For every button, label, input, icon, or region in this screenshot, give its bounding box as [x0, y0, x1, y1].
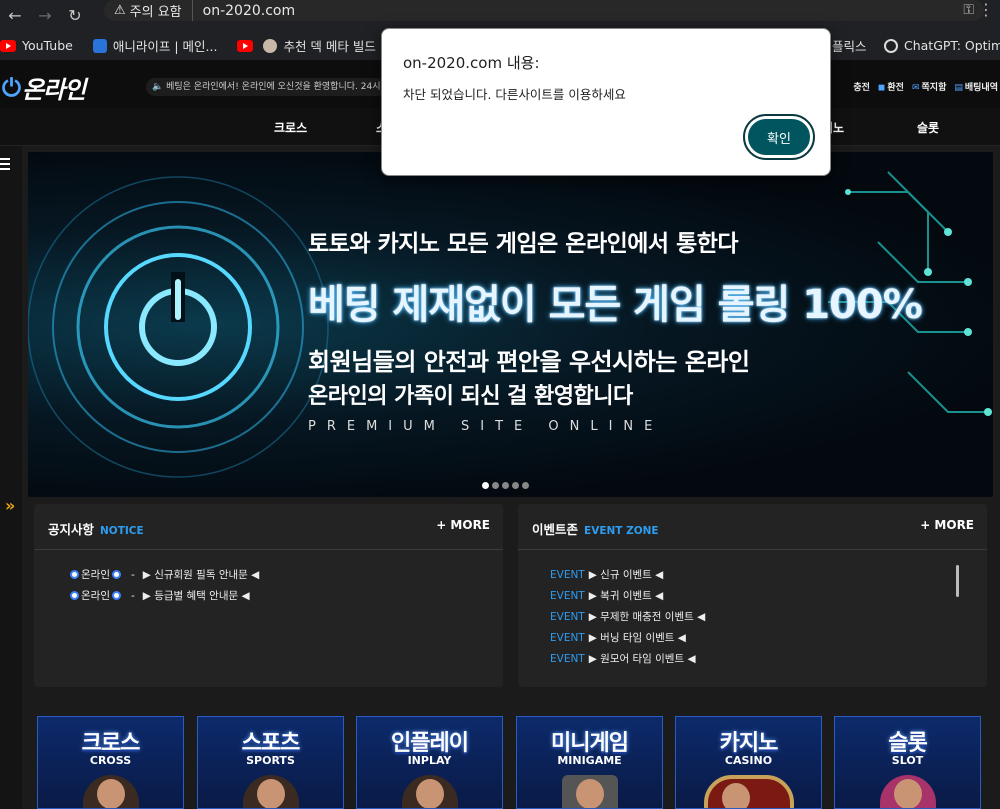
- url-text[interactable]: on-2020.com: [193, 3, 295, 19]
- bookmark-chatgpt[interactable]: ChatGPT: Optimiz: [884, 38, 1000, 53]
- top-link-messages[interactable]: ✉ 쪽지함: [912, 80, 946, 93]
- nav-cross[interactable]: 크로스: [274, 119, 307, 136]
- chatgpt-icon: [884, 38, 898, 53]
- list-item[interactable]: 온라인 - ▶ 신규회원 필독 안내문 ◀: [34, 564, 503, 585]
- top-link-deposit[interactable]: 충전: [853, 80, 870, 93]
- list-item[interactable]: EVENT ▶ 신규 이벤트 ◀: [518, 564, 987, 585]
- top-links: 충전 ◼ 환전 ✉ 쪽지함 ▤ 배팅내역: [853, 80, 998, 93]
- speaker-icon: 🔈: [152, 82, 164, 92]
- expand-arrow-icon[interactable]: »: [5, 496, 15, 515]
- badge-icon: [70, 591, 79, 600]
- dialog-title: on-2020.com 내용:: [403, 54, 540, 72]
- player-image: [83, 775, 139, 808]
- bookmark-flix[interactable]: 플릭스: [832, 36, 867, 55]
- badge-icon: [111, 570, 121, 579]
- list-item[interactable]: EVENT ▶ 원모어 타임 이벤트 ◀: [518, 648, 987, 669]
- slot-image: [880, 775, 936, 808]
- player-image: [243, 775, 299, 808]
- event-scrollbar[interactable]: [956, 565, 959, 597]
- main-banner[interactable]: 토토와 카지노 모든 게임은 온라인에서 통한다 베팅 제재없이 모든 게임 롤…: [28, 152, 993, 497]
- address-bar[interactable]: ⚠ 주의 요함 on-2020.com: [104, 0, 984, 21]
- youtube-icon: [0, 39, 16, 52]
- slide-dot-1[interactable]: [482, 482, 489, 489]
- ok-button[interactable]: 확인: [743, 114, 815, 160]
- game-card-minigame[interactable]: 미니게임 MINIGAME: [516, 716, 663, 809]
- alert-dialog: on-2020.com 내용: 차단 되었습니다. 다른사이트를 이용하세요 확…: [381, 28, 831, 176]
- banner-safety-text: 회원님들의 안전과 편안을 우선시하는 온라인: [308, 348, 750, 376]
- list-icon: ▤: [954, 83, 963, 93]
- youtube-icon: [237, 39, 254, 52]
- browser-toolbar: ← → ↻ ⚠ 주의 요함 on-2020.com ⚿ ⋮: [0, 0, 1000, 31]
- list-item[interactable]: EVENT ▶ 복귀 이벤트 ◀: [518, 585, 987, 606]
- event-title: 이벤트존: [532, 522, 579, 537]
- back-icon[interactable]: ←: [0, 0, 30, 31]
- notice-board: 공지사항 NOTICE + MORE 온라인 - ▶ 신규회원 필독 안내문 ◀ …: [34, 504, 503, 687]
- bookmark-deck-build[interactable]: 추천 덱 메타 빌드: [263, 36, 376, 55]
- banner-welcome-text: 온라인의 가족이 되신 걸 환영합니다: [308, 384, 633, 409]
- minigame-image: [562, 775, 618, 808]
- badge-icon: [111, 591, 121, 600]
- power-icon: ⏻: [2, 73, 21, 102]
- list-item[interactable]: EVENT ▶ 버닝 타임 이벤트 ◀: [518, 627, 987, 648]
- slide-indicators: [482, 482, 529, 489]
- forward-icon[interactable]: →: [30, 0, 60, 31]
- player-image: [402, 775, 458, 808]
- left-rail: »: [0, 146, 22, 809]
- list-item[interactable]: EVENT ▶ 무제한 매충전 이벤트 ◀: [518, 606, 987, 627]
- nav-slot[interactable]: 슬롯: [917, 119, 939, 136]
- event-board: 이벤트존 EVENT ZONE + MORE EVENT ▶ 신규 이벤트 ◀ EV…: [518, 504, 987, 687]
- slide-dot-5[interactable]: [522, 482, 529, 489]
- notice-more-link[interactable]: + MORE: [436, 518, 490, 532]
- slide-dot-3[interactable]: [502, 482, 509, 489]
- notice-ticker: 🔈 베팅은 온라인에서! 온라인에 오신것을 환영합니다. 24시간: [146, 78, 386, 96]
- list-item[interactable]: 온라인 - ▶ 등급별 혜택 안내문 ◀: [34, 585, 503, 606]
- reload-icon[interactable]: ↻: [60, 0, 90, 31]
- dialog-message: 차단 되었습니다. 다른사이트를 이용하세요: [403, 87, 626, 102]
- security-warning[interactable]: ⚠ 주의 요함: [114, 0, 193, 21]
- game-card-casino[interactable]: 카지노 CASINO: [675, 716, 822, 809]
- notice-subtitle: NOTICE: [100, 525, 144, 537]
- site-icon: [263, 38, 278, 53]
- banner-rolling-text: 베팅 제재없이 모든 게임 롤링 100%: [308, 282, 923, 328]
- top-link-withdraw[interactable]: ◼ 환전: [878, 80, 904, 93]
- anilife-icon: [92, 38, 107, 53]
- bookmark-anilife[interactable]: 애니라이프 | 메인...: [92, 36, 217, 55]
- game-card-slot[interactable]: 슬롯 SLOT: [834, 716, 981, 809]
- game-card-cross[interactable]: 크로스 CROSS: [37, 716, 184, 809]
- browser-menu-icon[interactable]: ⋮: [978, 0, 994, 19]
- badge-icon: [70, 570, 79, 579]
- game-card-sports[interactable]: 스포츠 SPORTS: [197, 716, 344, 809]
- bookmark-youtube-2[interactable]: [237, 39, 254, 52]
- top-link-bet-history[interactable]: ▤ 배팅내역: [954, 80, 998, 93]
- hamburger-icon[interactable]: [0, 158, 10, 173]
- mail-icon: ✉: [911, 83, 920, 93]
- warning-icon: ⚠: [114, 3, 126, 18]
- event-subtitle: EVENT ZONE: [584, 525, 659, 537]
- roulette-image: [704, 775, 794, 808]
- password-key-icon[interactable]: ⚿: [963, 2, 974, 18]
- site-logo[interactable]: ⏻ 온라인: [2, 70, 86, 105]
- exchange-icon: ◼: [877, 83, 886, 93]
- slide-dot-4[interactable]: [512, 482, 519, 489]
- event-more-link[interactable]: + MORE: [920, 518, 974, 532]
- banner-headline: 토토와 카지노 모든 게임은 온라인에서 통한다: [308, 231, 739, 257]
- banner-premium-text: PREMIUM SITE ONLINE: [308, 419, 664, 434]
- notice-title: 공지사항: [48, 522, 95, 537]
- slide-dot-2[interactable]: [492, 482, 499, 489]
- bookmark-youtube[interactable]: YouTube: [0, 38, 73, 53]
- game-card-inplay[interactable]: 인플레이 INPLAY: [356, 716, 503, 809]
- security-label: 주의 요함: [129, 5, 182, 20]
